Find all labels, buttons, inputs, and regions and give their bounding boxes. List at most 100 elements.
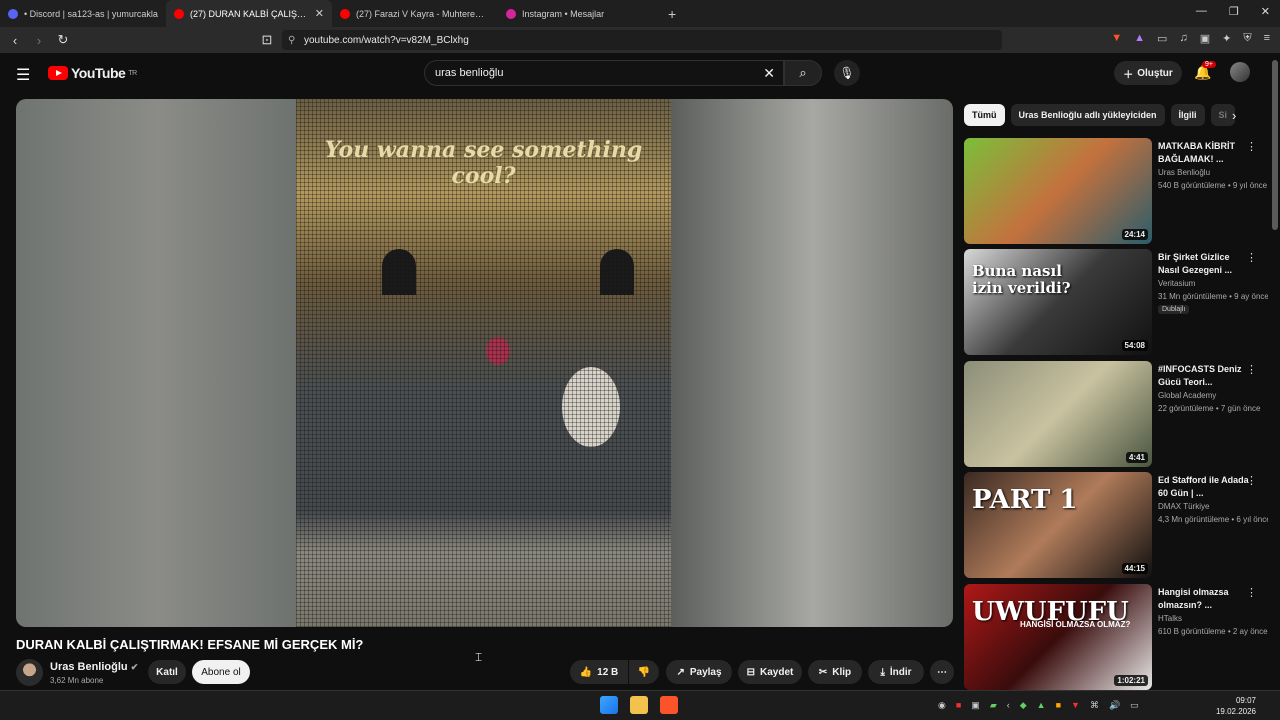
media-icon[interactable]: ♫ xyxy=(1179,32,1187,45)
wallet-icon[interactable]: ▣ xyxy=(1200,32,1210,45)
battery-icon[interactable]: ▭ xyxy=(1130,700,1139,711)
hamburger-menu-icon[interactable]: ☰ xyxy=(16,65,30,85)
minimize-icon[interactable]: — xyxy=(1196,5,1207,18)
tray-app-icon[interactable]: ■ xyxy=(1056,700,1061,711)
address-field[interactable]: ⚲ youtube.com/watch?v=v82M_BClxhg xyxy=(282,30,1002,50)
back-icon[interactable]: ‹ xyxy=(6,33,24,48)
network-icon[interactable]: ⌘ xyxy=(1090,700,1099,711)
recommended-meta: 4,3 Mn görüntüleme • 6 yıl önce xyxy=(1158,515,1268,524)
browser-tab[interactable]: Instagram • Mesajlar xyxy=(498,0,664,27)
video-thumbnail[interactable]: UWUFUFU HANGİSİ OLMAZSA OLMAZ? 1:02:21 xyxy=(964,584,1152,690)
account-avatar[interactable] xyxy=(1230,62,1250,82)
brave-browser-icon[interactable] xyxy=(660,696,678,714)
address-toolbar: ‹ › ↻ ⊡ ⚲ youtube.com/watch?v=v82M_BClxh… xyxy=(0,27,1280,53)
join-button[interactable]: Katıl xyxy=(148,660,186,684)
save-button[interactable]: ⊟ Kaydet xyxy=(738,660,802,684)
tray-app-icon[interactable]: ▣ xyxy=(971,700,980,711)
recommended-title[interactable]: Ed Stafford ile Adada 60 Gün | ... xyxy=(1158,474,1250,500)
recommended-channel[interactable]: Uras Benlioğlu xyxy=(1158,168,1210,177)
clear-search-icon[interactable]: ✕ xyxy=(763,65,775,82)
recommended-channel[interactable]: DMAX Türkiye xyxy=(1158,502,1209,511)
recommended-video[interactable]: Buna nasıl izin verildi? 54:08 Bir Şirket … xyxy=(964,249,1268,355)
recommended-video[interactable]: PART 1 44:15 Ed Stafford ile Adada 60 Gün … xyxy=(964,472,1268,578)
more-vertical-icon[interactable]: ⋮ xyxy=(1246,140,1257,153)
recommended-video[interactable]: UWUFUFU HANGİSİ OLMAZSA OLMAZ? 1:02:21 Hang… xyxy=(964,584,1268,690)
filter-chip[interactable]: İlgili xyxy=(1170,104,1205,126)
close-tab-icon[interactable]: ✕ xyxy=(315,7,324,20)
video-thumbnail[interactable]: 4:41 xyxy=(964,361,1152,467)
clip-button[interactable]: ✂ Klip xyxy=(808,660,862,684)
more-vertical-icon[interactable]: ⋮ xyxy=(1246,363,1257,376)
create-button[interactable]: ＋ Oluştur xyxy=(1114,61,1182,85)
recommended-title[interactable]: MATKABA KİBRİT BAĞLAMAK! ... xyxy=(1158,140,1250,166)
video-thumbnail[interactable]: Buna nasıl izin verildi? 54:08 xyxy=(964,249,1152,355)
tray-app-icon[interactable]: ◆ xyxy=(1020,700,1027,711)
more-horizontal-icon: ⋯ xyxy=(937,666,947,678)
microphone-icon: 🎙 xyxy=(839,66,855,80)
site-info-icon[interactable]: ⚲ xyxy=(288,35,295,46)
download-button[interactable]: ⤓ İndir xyxy=(868,660,924,684)
sidebar-icon[interactable]: ▭ xyxy=(1157,32,1167,45)
tray-app-icon[interactable]: ◉ xyxy=(938,700,946,711)
recommended-channel[interactable]: HTalks xyxy=(1158,614,1182,623)
leo-icon[interactable]: ✦ xyxy=(1222,32,1231,45)
video-duration: 4:41 xyxy=(1125,452,1148,463)
browser-tab[interactable]: (27) Farazi V Kayra - Muhterem Haya xyxy=(332,0,498,27)
vpn-icon[interactable]: ⛨ xyxy=(1243,32,1251,45)
recommended-title[interactable]: #INFOCASTS Deniz Gücü Teori... xyxy=(1158,363,1250,389)
voice-search-button[interactable]: 🎙 xyxy=(834,60,860,86)
brave-shield-icon[interactable]: ▼ xyxy=(1111,32,1122,45)
filter-chip[interactable]: Tümü xyxy=(964,104,1005,126)
recommended-video[interactable]: 4:41 #INFOCASTS Deniz Gücü Teori... Global… xyxy=(964,361,1264,467)
search-input[interactable]: uras benlioğlu ✕ xyxy=(424,60,784,86)
tray-app-icon[interactable]: ▼ xyxy=(1071,700,1080,711)
video-thumbnail[interactable]: 24:14 xyxy=(964,138,1152,244)
chevron-right-icon[interactable]: › xyxy=(1232,108,1236,123)
more-vertical-icon[interactable]: ⋮ xyxy=(1246,474,1257,487)
recommended-meta: 540 B görüntüleme • 9 yıl önce xyxy=(1158,181,1268,190)
channel-name[interactable]: Uras Benlioğlu ✔ xyxy=(50,661,138,673)
subscribe-button[interactable]: Abone ol xyxy=(192,660,250,684)
like-button[interactable]: 👍 12 B xyxy=(570,660,628,684)
channel-avatar[interactable] xyxy=(16,659,43,686)
tray-app-icon[interactable]: ▲ xyxy=(1037,700,1046,711)
brave-rewards-icon[interactable]: ▲ xyxy=(1134,32,1145,45)
recommended-title[interactable]: Hangisi olmazsa olmazsın? ... xyxy=(1158,586,1250,612)
browser-menu-icon[interactable]: ≡ xyxy=(1264,32,1270,45)
volume-icon[interactable]: 🔊 xyxy=(1109,700,1120,711)
recommended-channel[interactable]: Global Academy xyxy=(1158,391,1216,400)
share-button[interactable]: ↗ Paylaş xyxy=(666,660,732,684)
reload-icon[interactable]: ↻ xyxy=(54,32,72,48)
filter-chip[interactable]: Uras Benlioğlu adlı yükleyiciden xyxy=(1010,104,1165,126)
file-explorer-icon[interactable] xyxy=(630,696,648,714)
recommended-title[interactable]: Bir Şirket Gizlice Nasıl Gezegeni ... xyxy=(1158,251,1250,277)
clock-date: 19.02.2026 xyxy=(1215,707,1256,716)
video-thumbnail[interactable]: PART 1 44:15 xyxy=(964,472,1152,578)
tray-app-icon[interactable]: ▰ xyxy=(990,700,997,711)
video-player[interactable]: You wanna see something cool? xyxy=(16,99,953,627)
page-scrollbar[interactable] xyxy=(1272,60,1278,230)
restore-icon[interactable]: ❐ xyxy=(1229,5,1239,18)
dubbed-badge: Dublajlı xyxy=(1158,305,1190,314)
bookmark-icon[interactable]: ⊡ xyxy=(258,32,276,48)
search-button[interactable]: ⌕ xyxy=(784,60,822,86)
browser-tab[interactable]: (27) DURAN KALBİ ÇALIŞTIRM ✕ xyxy=(166,0,332,27)
system-clock[interactable]: 09:07 19.02.2026 xyxy=(1216,695,1256,717)
recommended-meta: 610 B görüntüleme • 2 ay önce xyxy=(1158,627,1268,636)
tray-app-icon[interactable]: ■ xyxy=(956,700,961,711)
recommended-video[interactable]: 24:14 MATKABA KİBRİT BAĞLAMAK! ... Uras Be… xyxy=(964,138,1267,244)
video-duration: 54:08 xyxy=(1121,340,1148,351)
more-vertical-icon[interactable]: ⋮ xyxy=(1246,586,1257,599)
browser-tab[interactable]: • Discord | sa123-as | yumurcakla xyxy=(0,0,166,27)
more-actions-button[interactable]: ⋯ xyxy=(930,660,954,684)
youtube-play-icon xyxy=(48,66,68,80)
close-window-icon[interactable]: ✕ xyxy=(1261,5,1270,18)
recommended-channel[interactable]: Veritasium xyxy=(1158,279,1195,288)
new-tab-icon[interactable]: + xyxy=(668,6,676,22)
forward-icon[interactable]: › xyxy=(30,33,48,48)
more-vertical-icon[interactable]: ⋮ xyxy=(1246,251,1257,264)
youtube-logo[interactable]: YouTube TR xyxy=(48,65,137,81)
tray-app-icon[interactable]: ‹ xyxy=(1007,700,1010,711)
dislike-button[interactable]: 👎 xyxy=(629,660,659,684)
windows-start-icon[interactable] xyxy=(600,696,618,714)
